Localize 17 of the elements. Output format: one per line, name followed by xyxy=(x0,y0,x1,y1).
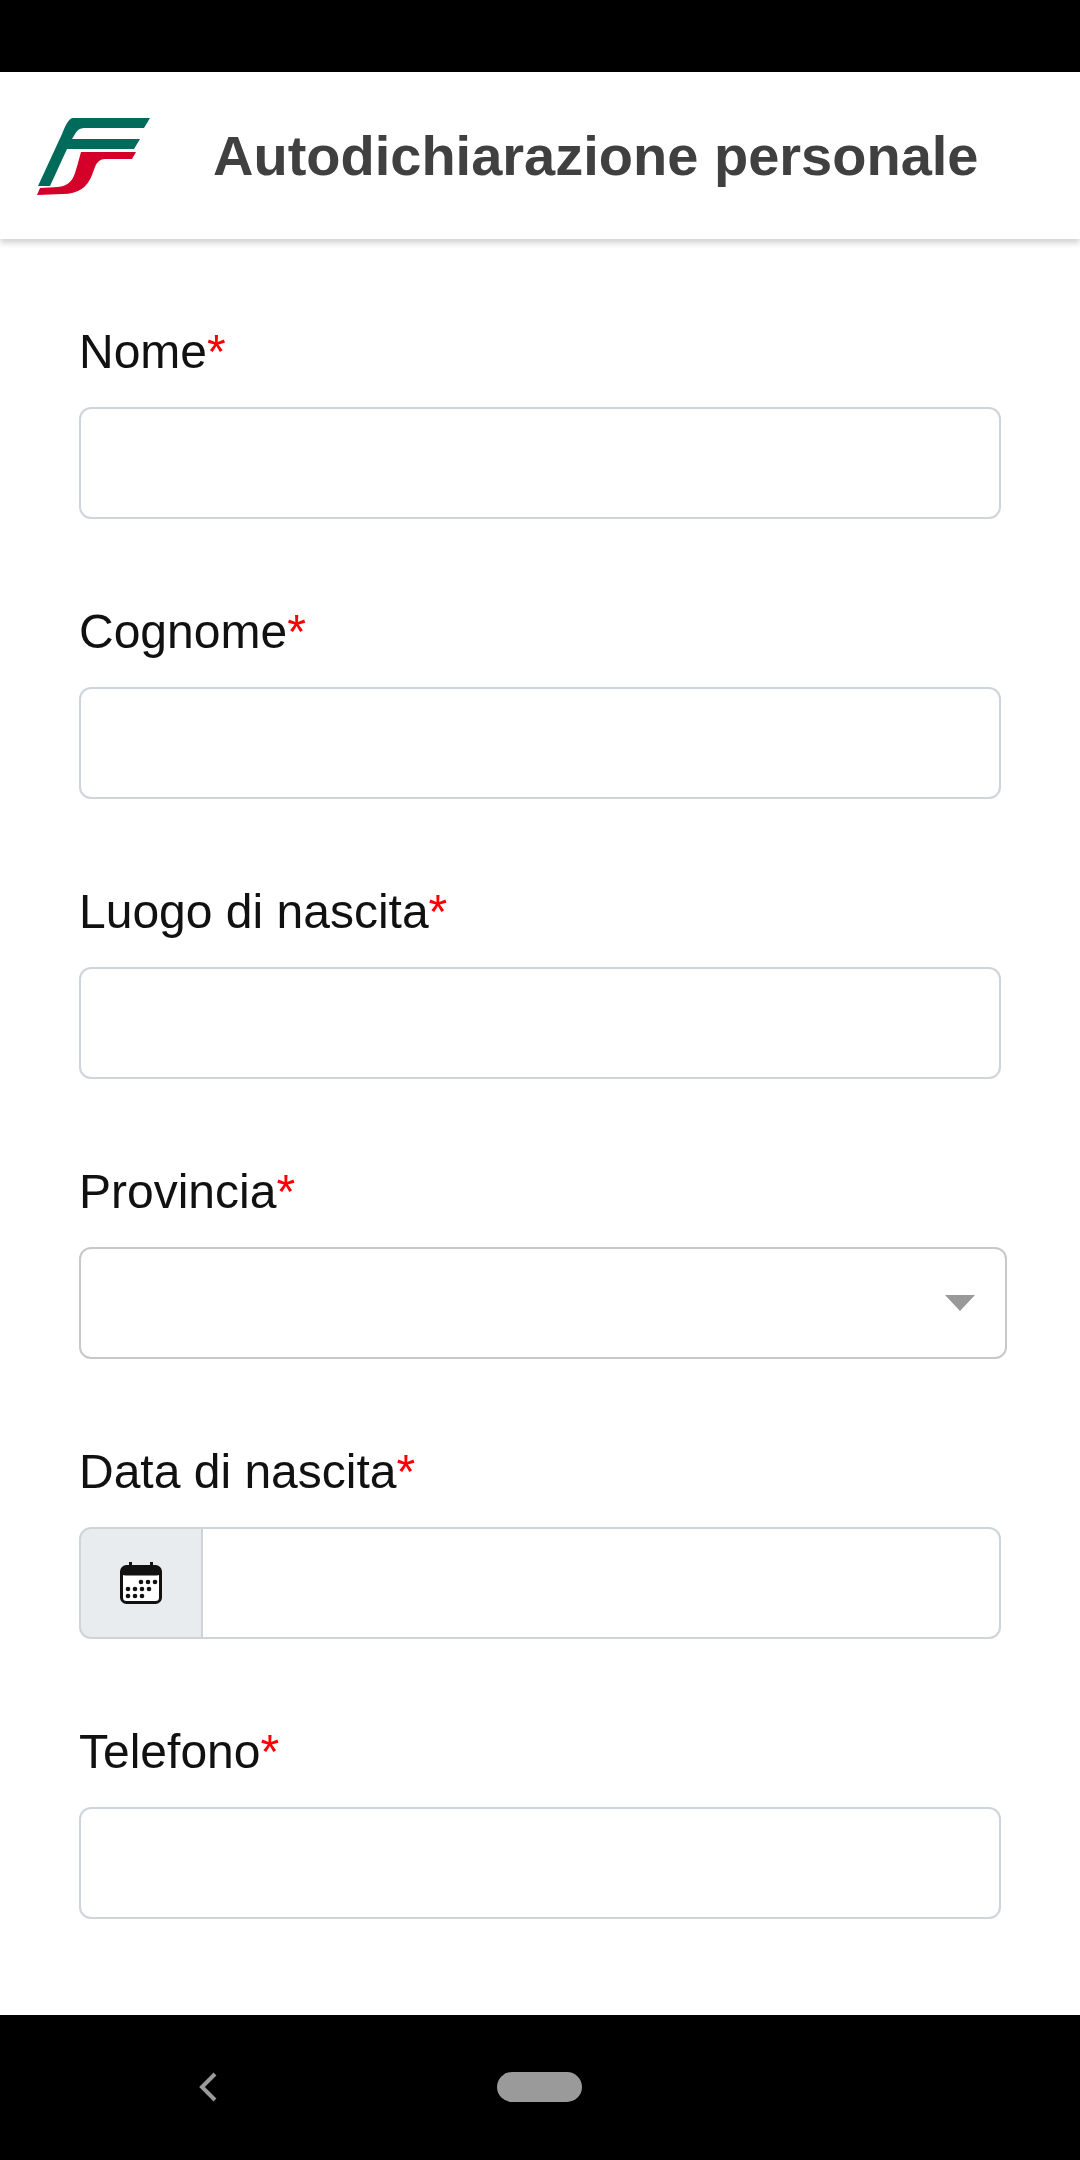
home-pill[interactable] xyxy=(497,2072,582,2102)
field-label: Luogo di nascita* xyxy=(79,884,448,940)
field-label: Nome* xyxy=(79,324,226,380)
field-label: Provincia* xyxy=(79,1164,296,1220)
field-label: Telefono* xyxy=(79,1724,280,1780)
text-input[interactable] xyxy=(79,687,1001,799)
calendar-icon xyxy=(120,1562,162,1604)
text-input[interactable] xyxy=(79,1807,1001,1919)
back-icon[interactable] xyxy=(197,2072,217,2102)
caret-icon xyxy=(945,1295,975,1311)
date-input[interactable] xyxy=(203,1527,1001,1639)
text-input[interactable] xyxy=(79,407,1001,519)
text-input[interactable] xyxy=(79,967,1001,1079)
province-select[interactable] xyxy=(79,1247,1007,1359)
logo-icon xyxy=(37,116,150,195)
field-label: Cognome* xyxy=(79,604,306,660)
field-label: Data di nascita* xyxy=(79,1444,416,1500)
